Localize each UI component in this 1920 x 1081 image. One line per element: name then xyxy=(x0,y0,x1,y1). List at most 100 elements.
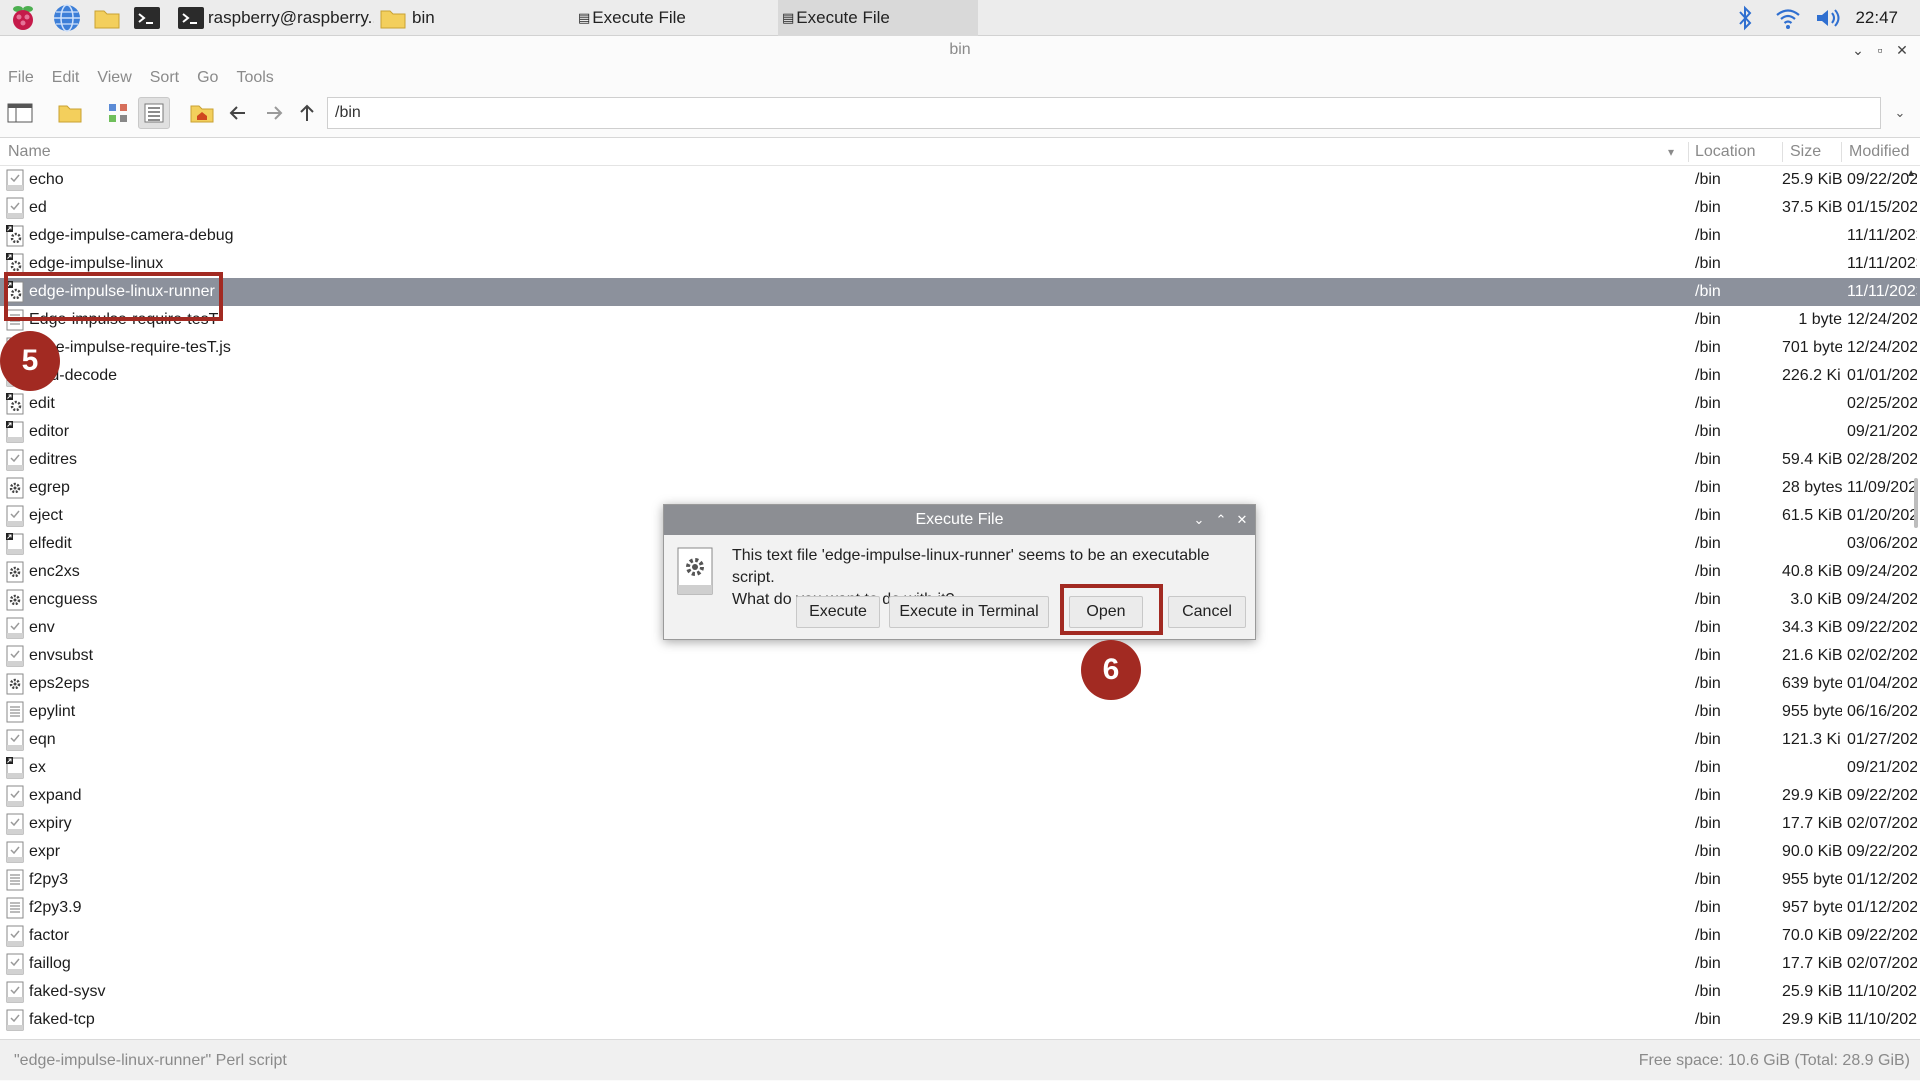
table-row[interactable]: edge-impulse-linux/bin 11/11/2023 xyxy=(0,250,1920,278)
taskbar-item-execute-file-active[interactable]: ▤ Execute File xyxy=(778,0,978,36)
table-row[interactable]: expand/bin 29.9 KiB 09/22/2022 xyxy=(0,782,1920,810)
dialog-close-icon[interactable]: ✕ xyxy=(1232,505,1252,535)
table-row[interactable]: edge-impulse-require-tesT.js/bin701 byte… xyxy=(0,334,1920,362)
maximize-icon[interactable]: ▫ xyxy=(1870,37,1890,63)
up-arrow-icon xyxy=(300,104,314,121)
execute-in-terminal-button[interactable]: Execute in Terminal xyxy=(889,596,1049,628)
exec-file-icon xyxy=(6,505,24,527)
volume-icon[interactable] xyxy=(1814,0,1844,36)
file-name: env xyxy=(29,619,55,636)
file-location: /bin xyxy=(1695,703,1721,720)
table-row[interactable]: edid-decode/bin226.2 KiB01/01/2023 xyxy=(0,362,1920,390)
menu-go[interactable]: Go xyxy=(197,69,218,87)
scrollbar-thumb[interactable] xyxy=(1914,478,1918,528)
web-browser-icon[interactable] xyxy=(52,3,82,33)
table-row[interactable]: faked-sysv/bin 25.9 KiB 11/10/2022 xyxy=(0,978,1920,1006)
column-size[interactable]: Size xyxy=(1790,138,1821,166)
clock[interactable]: 22:47 xyxy=(1855,0,1898,36)
table-row[interactable]: expr/bin 90.0 KiB 09/22/2022 xyxy=(0,838,1920,866)
home-button[interactable] xyxy=(186,97,218,129)
execute-button[interactable]: Execute xyxy=(796,596,880,628)
file-name: eject xyxy=(29,507,63,524)
sort-chevron-icon[interactable]: ▾ xyxy=(1668,138,1674,166)
menu-edit[interactable]: Edit xyxy=(52,69,80,87)
file-location: /bin xyxy=(1695,759,1721,776)
text-file-icon xyxy=(6,897,24,919)
table-row[interactable]: f2py3/bin 955 bytes 01/12/2023 xyxy=(0,866,1920,894)
file-modified: 03/06/2023 xyxy=(1847,535,1917,552)
dialog-titlebar[interactable]: Execute File ⌄ ⌃ ✕ xyxy=(664,505,1255,535)
file-size: 21.6 KiB xyxy=(1782,647,1842,664)
menu-sort[interactable]: Sort xyxy=(150,69,179,87)
up-button[interactable] xyxy=(291,97,323,129)
forward-button[interactable] xyxy=(258,97,290,129)
table-row[interactable]: ed/bin 37.5 KiB 01/15/2022 xyxy=(0,194,1920,222)
table-row[interactable]: eps2eps/bin 639 bytes 01/04/2023 xyxy=(0,670,1920,698)
table-row[interactable]: faillog/bin 17.7 KiB 02/07/2023 xyxy=(0,950,1920,978)
wifi-icon[interactable] xyxy=(1774,0,1802,36)
table-row[interactable]: epylint/bin 955 bytes 06/16/2023 xyxy=(0,698,1920,726)
icon-view-button[interactable] xyxy=(102,97,134,129)
table-row[interactable]: egrep/bin 28 bytes 11/09/2022 xyxy=(0,474,1920,502)
dialog-minimize-icon[interactable]: ⌄ xyxy=(1189,505,1209,535)
column-location[interactable]: Location xyxy=(1695,138,1756,166)
bluetooth-icon[interactable] xyxy=(1736,0,1754,36)
list-view-button[interactable] xyxy=(138,97,170,129)
toolbar: /bin ⌄ xyxy=(0,93,1920,133)
file-location: /bin xyxy=(1695,955,1721,972)
file-modified: 02/07/2023 xyxy=(1847,815,1917,832)
back-button[interactable] xyxy=(222,97,254,129)
table-row[interactable]: expiry/bin 17.7 KiB 02/07/2023 xyxy=(0,810,1920,838)
scroll-up-icon[interactable]: ▲ xyxy=(1906,168,1916,179)
new-folder-button[interactable] xyxy=(54,97,86,129)
path-input[interactable]: /bin xyxy=(327,97,1881,129)
chevron-down-icon[interactable]: ⌄ xyxy=(1888,97,1912,129)
menu-file[interactable]: File xyxy=(8,69,34,87)
file-name: expiry xyxy=(29,815,72,832)
taskbar-item-terminal[interactable]: raspberry@raspberry... xyxy=(176,0,374,36)
file-modified: 06/16/2023 xyxy=(1847,703,1917,720)
file-name: eqn xyxy=(29,731,56,748)
menu-view[interactable]: View xyxy=(97,69,131,87)
file-modified: 12/24/2023 xyxy=(1847,311,1917,328)
raspberry-menu-icon[interactable] xyxy=(8,3,38,33)
file-name: editor xyxy=(29,423,70,440)
table-row[interactable]: f2py3.9/bin 957 bytes 01/12/2023 xyxy=(0,894,1920,922)
column-divider[interactable] xyxy=(1688,142,1689,162)
dialog-title: Execute File xyxy=(915,511,1004,528)
file-size: 59.4 KiB xyxy=(1782,451,1842,468)
table-row[interactable]: faked-tcp/bin 29.9 KiB 11/10/2022 xyxy=(0,1006,1920,1034)
file-manager-icon[interactable] xyxy=(92,3,122,33)
text-file-icon xyxy=(6,701,24,723)
table-row[interactable]: echo/bin25.9 KiB09/22/2022 xyxy=(0,166,1920,194)
menu-tools[interactable]: Tools xyxy=(236,69,273,87)
column-divider[interactable] xyxy=(1841,142,1842,162)
table-row[interactable]: editor/bin 09/21/2023 xyxy=(0,418,1920,446)
table-row-selected[interactable]: edge-impulse-linux-runner/bin 11/11/2023 xyxy=(0,278,1920,306)
column-divider[interactable] xyxy=(1782,142,1783,162)
column-modified[interactable]: Modified xyxy=(1849,138,1909,166)
window-titlebar[interactable]: bin ⌄ ▫ ✕ xyxy=(0,37,1920,63)
file-location: /bin xyxy=(1695,367,1721,384)
close-icon[interactable]: ✕ xyxy=(1892,37,1912,63)
file-location: /bin xyxy=(1695,787,1721,804)
table-row[interactable]: eqn/bin 121.3 KiB 01/27/2023 xyxy=(0,726,1920,754)
exec-file-icon xyxy=(6,729,24,751)
file-location: /bin xyxy=(1695,591,1721,608)
table-row[interactable]: envsubst/bin 21.6 KiB 02/02/2022 xyxy=(0,642,1920,670)
table-row[interactable]: edit/bin 02/25/2023 xyxy=(0,390,1920,418)
taskbar-item-execute-file[interactable]: ▤ Execute File xyxy=(578,0,778,36)
column-name[interactable]: Name xyxy=(8,138,51,166)
table-row[interactable]: Edge-impulse-require-tesT/bin 1 byte 12/24… xyxy=(0,306,1920,334)
taskbar-item-bin[interactable]: bin xyxy=(378,0,568,36)
table-row[interactable]: ex/bin 09/21/2023 xyxy=(0,754,1920,782)
table-row[interactable]: editres/bin 59.4 KiB 02/28/2023 xyxy=(0,446,1920,474)
minimize-icon[interactable]: ⌄ xyxy=(1848,37,1868,63)
table-row[interactable]: edge-impulse-camera-debug/bin 11/11/2023 xyxy=(0,222,1920,250)
table-row[interactable]: factor/bin 70.0 KiB 09/22/2022 xyxy=(0,922,1920,950)
text-file-icon xyxy=(6,869,24,891)
terminal-icon[interactable] xyxy=(132,3,162,33)
new-window-button[interactable] xyxy=(4,97,36,129)
cancel-button[interactable]: Cancel xyxy=(1168,596,1246,628)
dialog-maximize-icon[interactable]: ⌃ xyxy=(1211,505,1231,535)
